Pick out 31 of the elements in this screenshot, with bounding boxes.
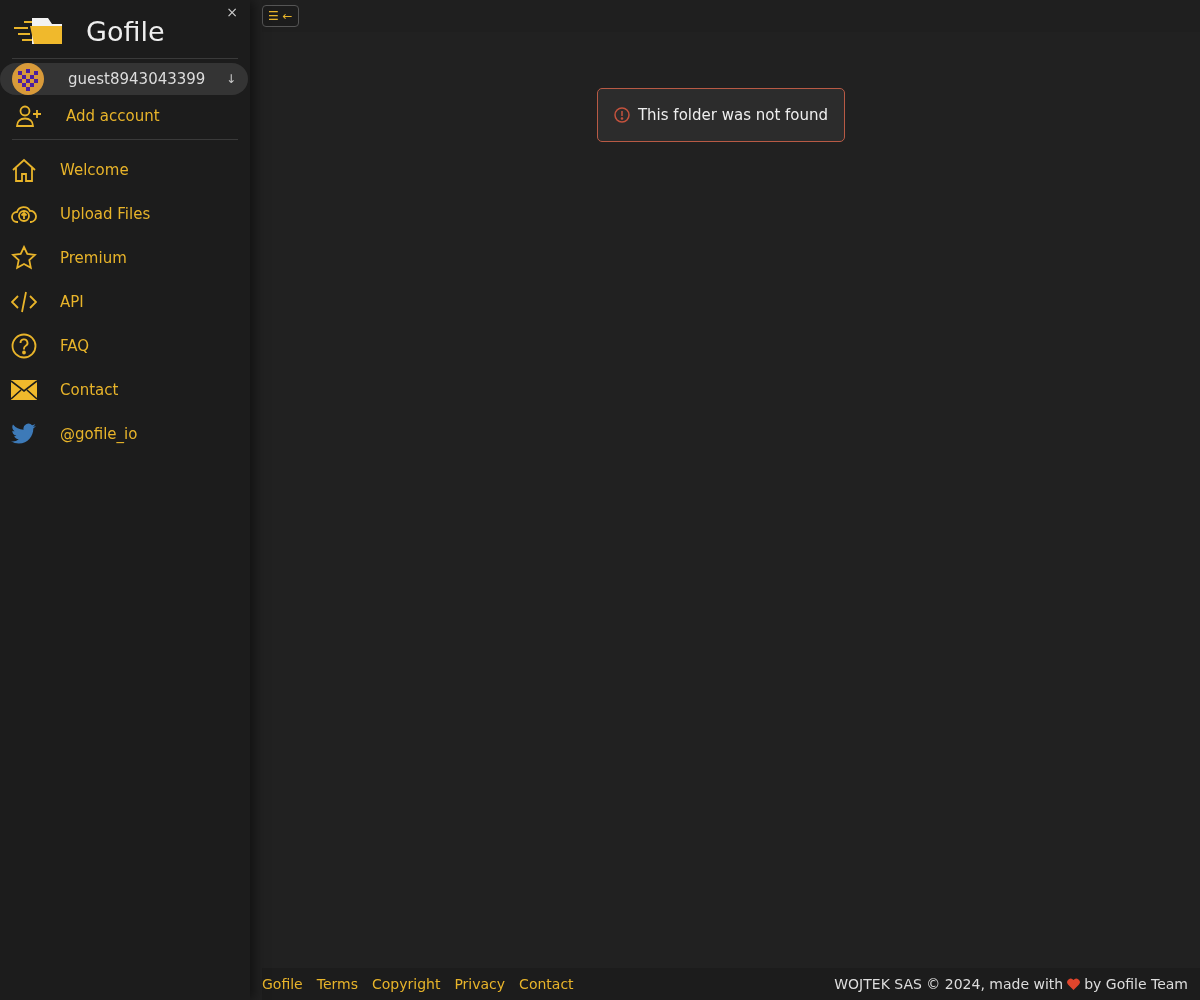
code-icon <box>11 290 37 314</box>
nav-item[interactable]: Welcome <box>0 148 250 192</box>
close-button[interactable]: × <box>226 4 238 20</box>
add-account-link[interactable]: Add account <box>0 99 250 137</box>
help-icon <box>11 333 37 359</box>
footer-link[interactable]: Gofile <box>262 976 303 992</box>
alert-message: This folder was not found <box>637 106 829 124</box>
nav-item[interactable]: FAQ <box>0 324 250 368</box>
brand-name: Gofile <box>86 15 165 47</box>
home-icon <box>11 157 37 183</box>
nav-item[interactable]: @gofile_io <box>0 412 250 456</box>
credit-text: by Gofile Team <box>1084 976 1188 992</box>
bird-icon <box>11 423 37 445</box>
avatar-icon <box>12 63 44 95</box>
nav-item[interactable]: Contact <box>0 368 250 412</box>
add-user-icon <box>16 105 42 127</box>
warning-icon <box>613 107 630 123</box>
credit-text: WOJTEK SAS © 2024, made with <box>834 976 1064 992</box>
heart-icon <box>1067 978 1081 990</box>
footer-link[interactable]: Copyright <box>372 976 441 992</box>
nav-item[interactable]: API <box>0 280 250 324</box>
nav-item[interactable]: Premium <box>0 236 250 280</box>
footer-link[interactable]: Contact <box>519 976 574 992</box>
nav-item[interactable]: Upload Files <box>0 192 250 236</box>
footer-link[interactable]: Privacy <box>454 976 506 992</box>
sidebar-toggle-button[interactable]: ☰ ← <box>262 5 299 27</box>
envelope-icon <box>11 380 37 400</box>
footer-link[interactable]: Terms <box>316 976 358 992</box>
cloud-upload-icon <box>11 203 37 225</box>
star-icon <box>11 245 37 271</box>
account-selector[interactable]: guest8943043399 ↓ <box>0 63 248 95</box>
